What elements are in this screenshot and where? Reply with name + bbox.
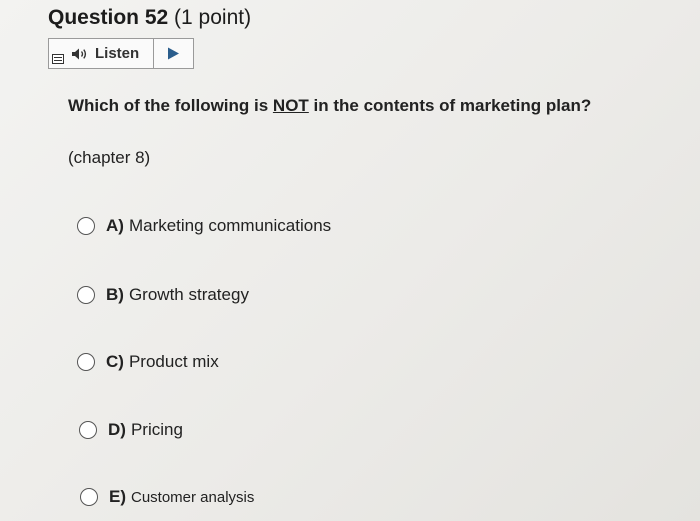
option-d[interactable]: D) Pricing: [79, 420, 183, 440]
radio-button-a[interactable]: [77, 217, 95, 235]
option-text: Marketing communications: [128, 216, 332, 235]
listen-button[interactable]: Listen: [71, 42, 139, 65]
option-e[interactable]: E) Customer analysis: [80, 487, 254, 507]
option-text: Pricing: [130, 420, 183, 439]
question-hint: (chapter 8): [68, 148, 151, 167]
option-a[interactable]: A) Marketing communications: [77, 216, 331, 236]
listen-toolbar: Listen: [48, 38, 194, 69]
menu-icon[interactable]: [52, 54, 64, 64]
question-text-after: in the contents of marketing plan?: [308, 96, 592, 115]
option-b[interactable]: B) Growth strategy: [77, 285, 249, 305]
toolbar-divider: [153, 39, 154, 68]
question-number: Question 52: [48, 6, 169, 29]
option-c[interactable]: C) Product mix: [77, 352, 219, 372]
option-letter: D): [108, 420, 126, 439]
question-text-before: Which of the following is: [68, 96, 273, 115]
radio-button-e[interactable]: [80, 488, 98, 506]
question-text-emphasis: NOT: [272, 96, 309, 115]
option-letter: A): [106, 216, 124, 235]
radio-button-d[interactable]: [79, 421, 97, 439]
speaker-icon: [71, 47, 91, 61]
option-text: Growth strategy: [128, 285, 249, 304]
question-text: Which of the following is NOT in the con…: [68, 96, 591, 116]
play-icon[interactable]: [167, 47, 180, 65]
option-letter: C): [106, 352, 124, 371]
radio-button-c[interactable]: [77, 353, 95, 371]
radio-button-b[interactable]: [77, 286, 95, 304]
question-points: (1 point): [174, 6, 252, 29]
question-title: Question 52 (1 point): [48, 6, 251, 30]
option-text: Product mix: [128, 352, 219, 371]
option-letter: B): [106, 285, 124, 304]
option-letter: E): [109, 487, 126, 506]
listen-label: Listen: [95, 45, 140, 62]
option-text: Customer analysis: [131, 488, 255, 506]
